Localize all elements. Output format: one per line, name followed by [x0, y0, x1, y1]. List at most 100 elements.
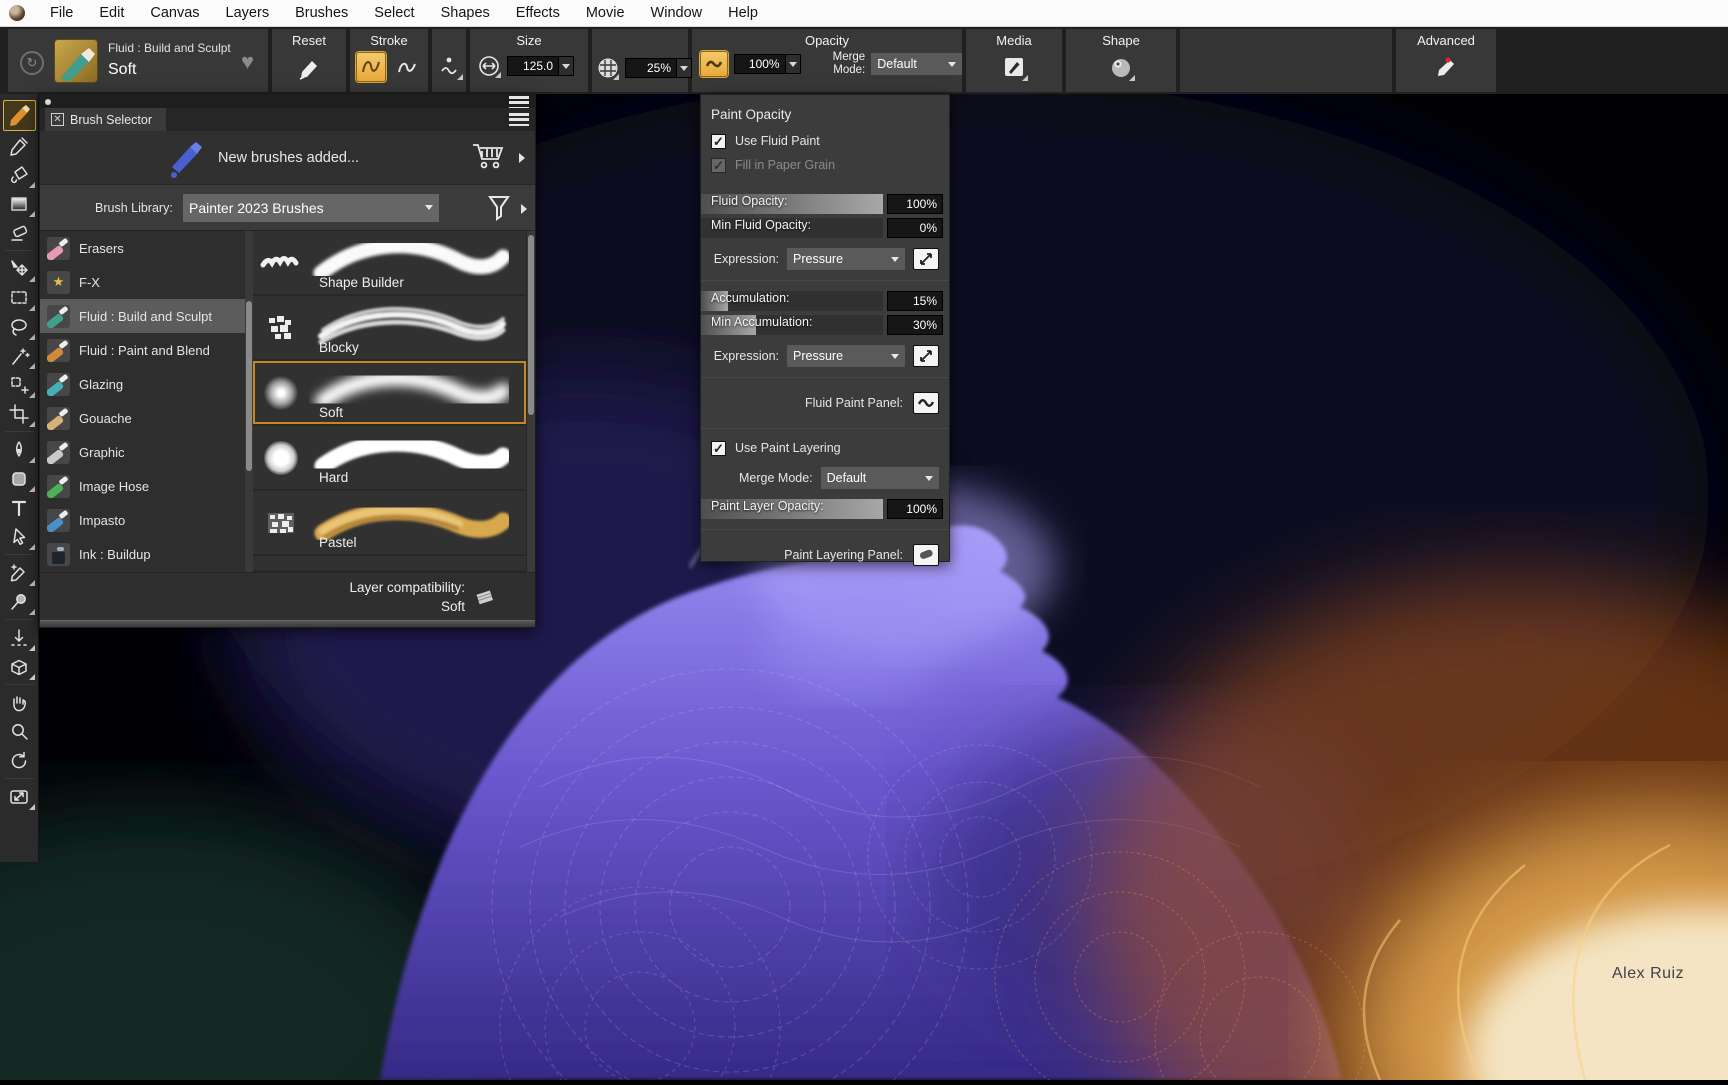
- transform-tool[interactable]: [3, 370, 36, 399]
- expression2-dropdown[interactable]: Pressure: [787, 345, 905, 367]
- panel-options-icon[interactable]: [509, 113, 529, 126]
- close-panel-icon[interactable]: ✕: [51, 113, 64, 126]
- menu-shapes[interactable]: Shapes: [428, 0, 503, 27]
- freehand-stroke-button[interactable]: [356, 52, 386, 82]
- category-ink-buildup[interactable]: Ink : Buildup: [40, 537, 253, 571]
- variant-shape-builder[interactable]: Shape Builder: [253, 231, 526, 294]
- paint-layer-opacity-value[interactable]: 100%: [887, 499, 943, 519]
- menu-window[interactable]: Window: [638, 0, 716, 27]
- fluid-opacity-value[interactable]: 100%: [887, 194, 943, 214]
- category-scrollbar[interactable]: [245, 231, 253, 572]
- gradient-tool[interactable]: [3, 189, 36, 218]
- shape-icon[interactable]: [1106, 52, 1136, 82]
- size-value-control[interactable]: 125.0: [507, 56, 574, 76]
- menu-edit[interactable]: Edit: [86, 0, 137, 27]
- menu-canvas[interactable]: Canvas: [137, 0, 212, 27]
- category-fluid-build-and-sculpt[interactable]: Fluid : Build and Sculpt: [40, 299, 253, 333]
- variant-soft[interactable]: Soft: [253, 361, 526, 424]
- menu-movie[interactable]: Movie: [573, 0, 638, 27]
- panel-merge-mode-dropdown[interactable]: Default: [821, 467, 939, 489]
- brush-thumbnail[interactable]: [54, 39, 98, 83]
- panel-dock-strip[interactable]: [40, 95, 535, 108]
- filter-expand-icon[interactable]: [521, 204, 527, 214]
- layer-adjuster-tool[interactable]: [3, 254, 36, 283]
- crop-tool[interactable]: [3, 399, 36, 428]
- category-f-x[interactable]: ★ F-X: [40, 265, 253, 299]
- paint-bucket-tool[interactable]: [3, 160, 36, 189]
- paint-layering-panel-button[interactable]: [913, 544, 939, 566]
- mirror-painting-tool[interactable]: [3, 623, 36, 652]
- cart-icon[interactable]: [471, 141, 505, 176]
- shape-selection-tool[interactable]: [3, 522, 36, 551]
- min-fluid-opacity-slider-row[interactable]: Min Fluid Opacity: 0%: [701, 218, 949, 238]
- min-fluid-opacity-value[interactable]: 0%: [887, 218, 943, 238]
- category-gouache[interactable]: Gouache: [40, 401, 253, 435]
- size-icon[interactable]: [476, 53, 502, 79]
- cloner-tool[interactable]: [3, 558, 36, 587]
- variant-hard[interactable]: Hard: [253, 426, 526, 489]
- text-tool[interactable]: [3, 493, 36, 522]
- magic-wand-tool[interactable]: [3, 341, 36, 370]
- menu-select[interactable]: Select: [361, 0, 427, 27]
- media-icon[interactable]: [999, 52, 1029, 82]
- favorite-heart-icon[interactable]: ♥: [241, 49, 254, 75]
- paint-layer-opacity-slider-row[interactable]: Paint Layer Opacity: 100%: [701, 499, 949, 519]
- filter-icon[interactable]: [487, 194, 511, 227]
- fluid-paint-panel-button[interactable]: [913, 392, 939, 414]
- reset-brush-button[interactable]: [294, 54, 324, 84]
- reset-rotation-icon[interactable]: ↻: [20, 51, 44, 75]
- expression2-settings-icon[interactable]: [913, 345, 939, 367]
- accumulation-value[interactable]: 15%: [887, 291, 943, 311]
- merge-mode-dropdown[interactable]: Default: [871, 53, 962, 75]
- variant-pastel[interactable]: Pastel: [253, 491, 526, 554]
- opacity-flyout-button[interactable]: [700, 51, 728, 77]
- rotate-page-tool[interactable]: [3, 746, 36, 775]
- category-graphic[interactable]: Graphic: [40, 435, 253, 469]
- grain-dropdown-button[interactable]: [677, 58, 692, 78]
- min-accumulation-slider-row[interactable]: Min Accumulation: 30%: [701, 315, 949, 335]
- perspective-guides-tool[interactable]: [3, 652, 36, 681]
- advanced-brush-icon[interactable]: [1431, 52, 1461, 82]
- use-fluid-paint-row[interactable]: ✓ Use Fluid Paint: [711, 132, 939, 150]
- size-dropdown-button[interactable]: [559, 56, 574, 76]
- grain-value-control[interactable]: 25%: [625, 58, 692, 78]
- expression1-settings-icon[interactable]: [913, 248, 939, 270]
- menu-effects[interactable]: Effects: [503, 0, 573, 27]
- variant-scrollbar[interactable]: [527, 231, 535, 572]
- variant-blocky[interactable]: Blocky: [253, 296, 526, 359]
- menu-file[interactable]: File: [37, 0, 86, 27]
- rectangular-selection-tool[interactable]: [3, 283, 36, 312]
- accumulation-slider-row[interactable]: Accumulation: 15%: [701, 291, 949, 311]
- panel-resize-handle[interactable]: [40, 620, 535, 627]
- opacity-value-control[interactable]: 100%: [734, 54, 801, 74]
- brush-library-dropdown[interactable]: Painter 2023 Brushes: [183, 194, 439, 222]
- magnifier-tool[interactable]: [3, 717, 36, 746]
- rubber-stamp-tool[interactable]: [3, 587, 36, 616]
- category-fluid-paint-and-blend[interactable]: Fluid : Paint and Blend: [40, 333, 253, 367]
- min-accumulation-value[interactable]: 30%: [887, 315, 943, 335]
- use-fluid-paint-checkbox[interactable]: ✓: [711, 134, 726, 149]
- straight-line-stroke-button[interactable]: [392, 52, 422, 82]
- pen-tool[interactable]: [3, 435, 36, 464]
- rectangle-shape-tool[interactable]: [3, 464, 36, 493]
- grain-icon[interactable]: [596, 55, 620, 81]
- tab-brush-selector[interactable]: ✕ Brush Selector: [45, 108, 166, 131]
- menu-layers[interactable]: Layers: [213, 0, 283, 27]
- use-paint-layering-checkbox[interactable]: ✓: [711, 441, 726, 456]
- category-image-hose[interactable]: Image Hose: [40, 469, 253, 503]
- variant-partial-next[interactable]: [253, 556, 526, 570]
- brush-tool[interactable]: [3, 100, 36, 131]
- expression1-dropdown[interactable]: Pressure: [787, 248, 905, 270]
- banner-expand-icon[interactable]: [519, 153, 525, 163]
- dropper-tool[interactable]: [3, 131, 36, 160]
- category-impasto[interactable]: Impasto: [40, 503, 253, 537]
- fluid-opacity-slider-row[interactable]: Fluid Opacity: 100%: [701, 194, 949, 214]
- use-paint-layering-row[interactable]: ✓ Use Paint Layering: [711, 439, 939, 457]
- lasso-tool[interactable]: [3, 312, 36, 341]
- new-brushes-banner[interactable]: New brushes added...: [40, 131, 535, 184]
- grabber-hand-tool[interactable]: [3, 688, 36, 717]
- navigator-tool[interactable]: [3, 782, 36, 811]
- opacity-dropdown-button[interactable]: [786, 54, 801, 74]
- category-glazing[interactable]: Glazing: [40, 367, 253, 401]
- stroke-jitter-icon[interactable]: [434, 51, 464, 81]
